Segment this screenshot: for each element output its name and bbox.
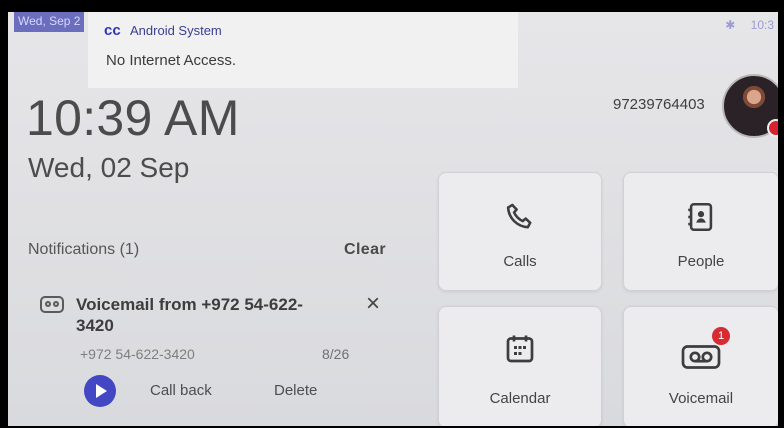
voicemail-label: Voicemail (668, 390, 734, 407)
clock-date: Wed, 02 Sep (28, 152, 190, 183)
notification-subtitle: +972 54-622-3420 (80, 346, 195, 362)
calendar-label: Calendar (489, 390, 551, 407)
presence-dot (767, 119, 778, 137)
bluetooth-icon: ✱ (725, 18, 736, 32)
voicemail-badge: 1 (712, 327, 730, 345)
phone-screen: Wed, Sep 2 ✱ 10:3 ᴄᴄ Android System No I… (8, 12, 778, 426)
notification-title: Voicemail from +972 54-622-3420 (76, 295, 303, 335)
notification-time: 8/26 (322, 346, 350, 362)
notifications-label: Notifications (1) (28, 241, 140, 258)
delete-button[interactable]: Delete (274, 382, 317, 399)
toast-app-name: Android System (130, 23, 222, 38)
voicemail-tile[interactable]: 1 Voicemail (623, 306, 778, 426)
play-voicemail-button[interactable] (84, 375, 116, 407)
calls-tile[interactable]: Calls (438, 172, 602, 291)
close-icon[interactable]: × (366, 292, 380, 316)
toast-header: ᴄᴄ Android System (104, 22, 222, 39)
calendar-tile[interactable]: Calendar (438, 306, 602, 426)
android-system-icon: ᴄᴄ (104, 22, 121, 39)
contacts-icon (688, 202, 713, 232)
status-time: 10:3 (750, 18, 774, 32)
extension-number: 97239764403 (613, 96, 705, 113)
voicemail-tile-icon (681, 345, 721, 369)
calls-label: Calls (503, 253, 537, 270)
avatar[interactable] (722, 74, 778, 138)
voicemail-icon (40, 296, 64, 313)
call-back-button[interactable]: Call back (150, 382, 212, 399)
phone-icon (506, 203, 532, 229)
clear-notifications-button[interactable]: Clear (344, 241, 386, 259)
clock-time: 10:39 AM (26, 90, 240, 146)
voicemail-notification[interactable]: Voicemail from +972 54-622-3420 × +972 5… (30, 286, 410, 426)
system-toast[interactable]: ᴄᴄ Android System No Internet Access. (88, 12, 518, 88)
calendar-icon (506, 335, 534, 363)
people-tile[interactable]: People (623, 172, 778, 291)
people-label: People (677, 253, 725, 270)
status-right: ✱ 10:3 (713, 18, 774, 32)
status-date: Wed, Sep 2 (14, 12, 85, 32)
toast-message: No Internet Access. (106, 52, 237, 69)
